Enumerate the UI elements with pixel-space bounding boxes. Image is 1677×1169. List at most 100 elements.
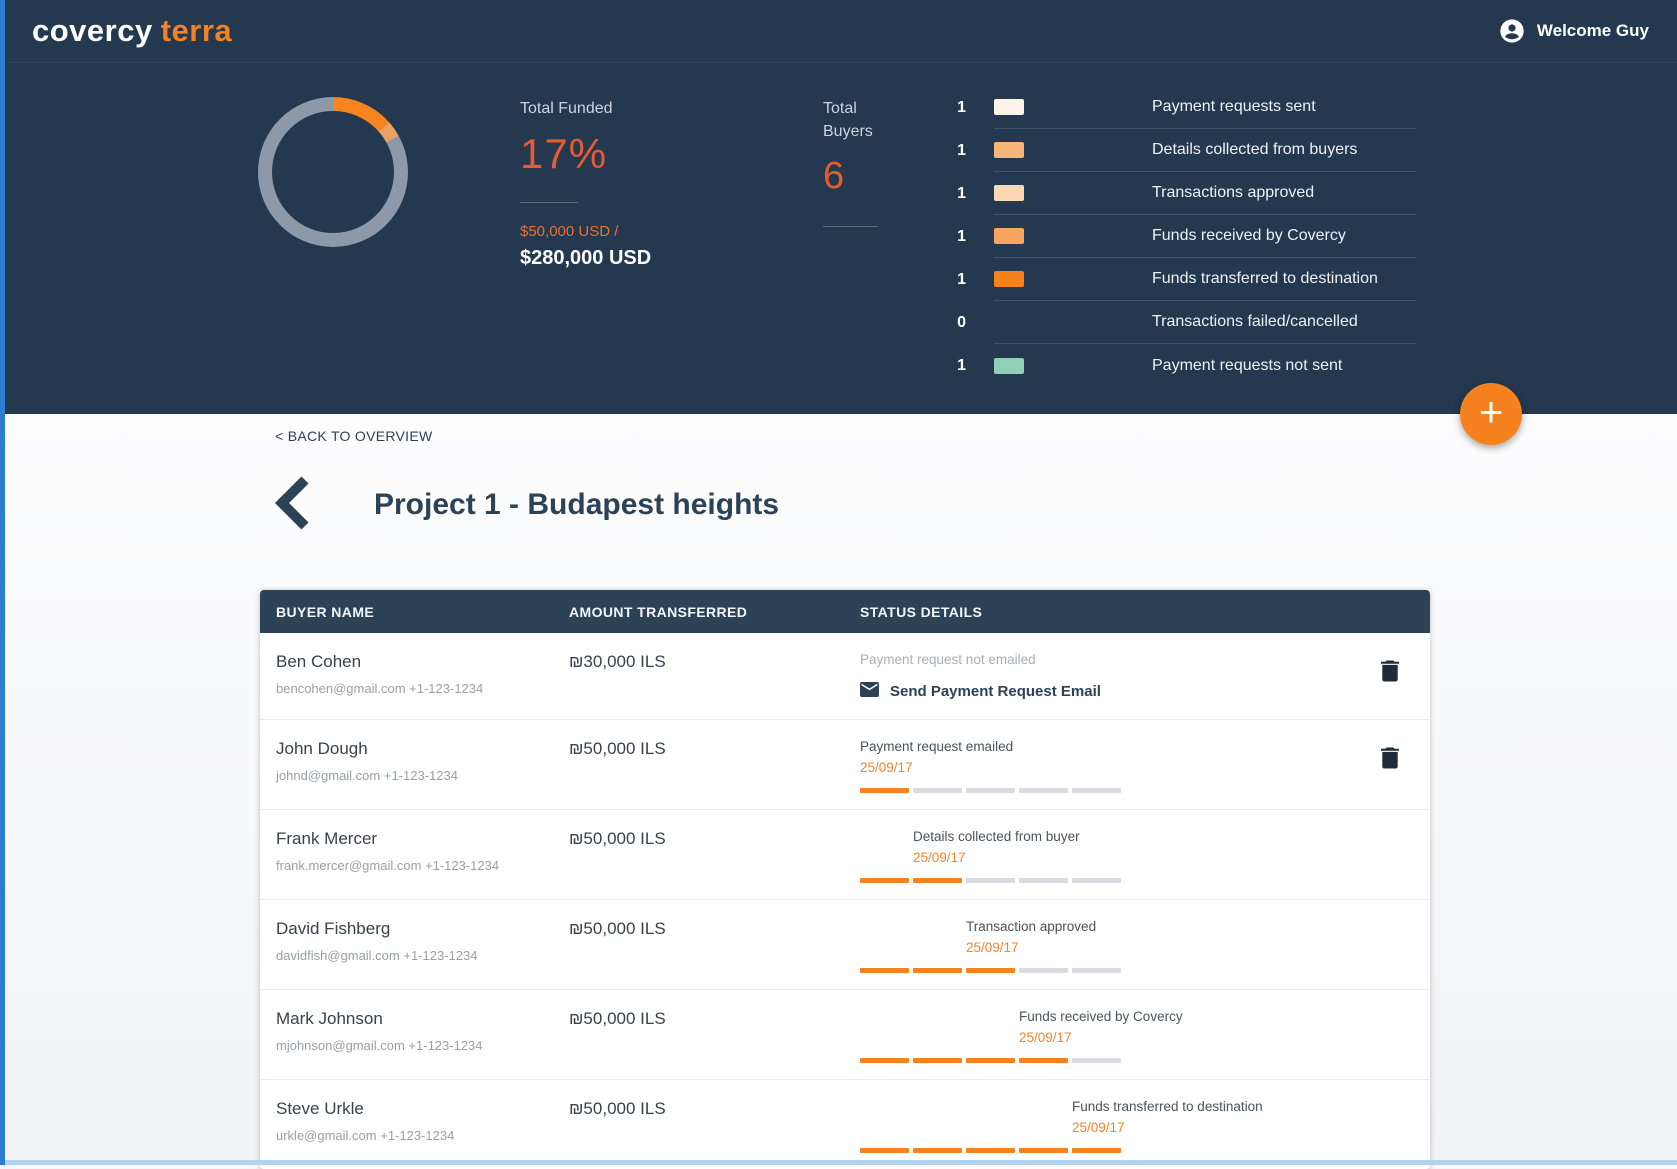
buyer-contact: johnd@gmail.com +1-123-1234	[276, 768, 458, 784]
legend-label: Transactions failed/cancelled	[1152, 313, 1358, 330]
buyer-name: David Fishberg	[276, 919, 391, 939]
amount-cell: ₪50,000 ILS	[569, 919, 666, 939]
amount-cell: ₪50,000 ILS	[569, 829, 666, 849]
status-progress-bar	[860, 878, 1350, 884]
legend-count: 1	[957, 141, 966, 159]
back-button[interactable]	[272, 474, 314, 537]
progress-segment	[1019, 1148, 1068, 1154]
welcome-text: Welcome Guy	[1536, 21, 1649, 40]
legend-row: 1 Payment requests sent	[921, 86, 1416, 129]
buyer-name: Mark Johnson	[276, 1009, 383, 1029]
page-title: Project 1 - Budapest heights	[374, 488, 780, 522]
email-icon	[860, 682, 879, 701]
status-progress-bar	[860, 1148, 1350, 1154]
legend-count: 1	[957, 356, 966, 374]
progress-segment	[966, 968, 1015, 974]
divider	[823, 226, 878, 228]
legend-count: 1	[957, 184, 966, 202]
progress-segment	[966, 788, 1015, 794]
user-menu[interactable]: Welcome Guy	[1498, 17, 1649, 45]
legend-label: Funds transferred to destination	[1152, 270, 1378, 287]
legend-label: Funds received by Covercy	[1152, 227, 1346, 244]
progress-segment	[1019, 788, 1068, 794]
progress-segment	[1072, 968, 1121, 974]
legend-label: Payment requests sent	[1152, 98, 1316, 115]
progress-segment	[913, 878, 962, 884]
legend-row: 1 Payment requests not sent	[921, 344, 1416, 387]
status-text: Payment request emailed	[860, 739, 1014, 755]
status-date: 25/09/17	[860, 760, 913, 776]
legend-swatch	[994, 357, 1024, 374]
legend-swatch	[994, 142, 1024, 158]
buyer-cell: David Fishberg davidfish@gmail.com +1-12…	[260, 919, 569, 973]
divider	[520, 202, 578, 204]
table-row: Mark Johnson mjohnson@gmail.com +1-123-1…	[260, 990, 1430, 1081]
amount-cell: ₪50,000 ILS	[569, 1009, 666, 1029]
legend-row: 1 Funds received by Covercy	[921, 215, 1416, 258]
amount-cell: ₪50,000 ILS	[569, 739, 666, 759]
legend-row: 1 Transactions approved	[921, 172, 1416, 215]
legend-count: 0	[957, 313, 966, 331]
status-text: Payment request not emailed	[860, 652, 1036, 668]
funded-donut-chart	[258, 97, 408, 247]
table-row: Frank Mercer frank.mercer@gmail.com +1-1…	[260, 810, 1430, 901]
status-legend: 1 Payment requests sent 1 Details collec…	[921, 86, 1416, 414]
delete-buyer-button[interactable]	[1379, 745, 1401, 774]
progress-segment	[1072, 1058, 1121, 1064]
amount-cell: ₪50,000 ILS	[569, 1099, 666, 1119]
total-funded-block: Total Funded 17% $50,000 USD / $280,000 …	[520, 97, 705, 414]
legend-row: 1 Funds transferred to destination	[921, 258, 1416, 301]
buyer-cell: John Dough johnd@gmail.com +1-123-1234	[260, 739, 569, 793]
legend-label: Details collected from buyers	[1152, 141, 1358, 158]
chevron-left-icon: <	[275, 428, 284, 444]
progress-segment	[860, 1148, 909, 1154]
buyer-name: Steve Urkle	[276, 1099, 364, 1119]
buyer-cell: Mark Johnson mjohnson@gmail.com +1-123-1…	[260, 1009, 569, 1063]
progress-segment	[1072, 788, 1121, 794]
progress-segment	[1072, 1148, 1121, 1154]
table-body: Ben Cohen bencohen@gmail.com +1-123-1234…	[260, 633, 1430, 1169]
buyers-table: BUYER NAME AMOUNT TRANSFERRED STATUS DET…	[260, 590, 1430, 1169]
table-header: BUYER NAME AMOUNT TRANSFERRED STATUS DET…	[260, 590, 1430, 634]
progress-segment	[966, 1148, 1015, 1154]
brand-primary: covercy	[32, 13, 153, 48]
top-nav-bar: covercy terra Welcome Guy	[5, 0, 1677, 62]
progress-segment	[1019, 968, 1068, 974]
total-buyers-block: Total Buyers 6	[823, 97, 911, 414]
status-cell: Details collected from buyer 25/09/17	[860, 829, 1350, 884]
legend-swatch	[994, 228, 1024, 244]
buyer-contact: davidfish@gmail.com +1-123-1234	[276, 948, 478, 964]
table-row: Ben Cohen bencohen@gmail.com +1-123-1234…	[260, 633, 1430, 721]
status-text: Details collected from buyer	[913, 829, 1080, 845]
status-progress-bar	[860, 968, 1350, 974]
legend-count: 1	[957, 227, 966, 245]
progress-segment	[913, 788, 962, 794]
status-text: Funds received by Covercy	[1019, 1009, 1183, 1025]
buyer-name: John Dough	[276, 739, 368, 759]
buyer-name: Frank Mercer	[276, 829, 378, 849]
funded-amount: $50,000 USD /	[520, 223, 619, 241]
status-cell: Funds received by Covercy 25/09/17	[860, 1009, 1350, 1064]
project-detail-section: + < BACK TO OVERVIEW Project 1 - Budapes…	[5, 383, 1677, 1169]
status-date: 25/09/17	[1019, 1030, 1072, 1046]
column-header-status-details: STATUS DETAILS	[860, 603, 983, 620]
status-date: 25/09/17	[1072, 1120, 1125, 1136]
brand-logo[interactable]: covercy terra	[32, 13, 232, 49]
status-progress-bar	[860, 1058, 1350, 1064]
add-buyer-button[interactable]: +	[1460, 383, 1522, 445]
status-text: Funds transferred to destination	[1072, 1099, 1263, 1115]
total-buyers-count: 6	[823, 155, 845, 198]
status-cell: Payment request emailed 25/09/17	[860, 739, 1350, 794]
progress-segment	[1072, 878, 1121, 884]
status-text: Transaction approved	[966, 919, 1097, 935]
progress-segment	[913, 1148, 962, 1154]
send-payment-request-email-button[interactable]: Send Payment Request Email	[860, 682, 1101, 701]
delete-buyer-button[interactable]	[1379, 658, 1401, 687]
table-row: John Dough johnd@gmail.com +1-123-1234 ₪…	[260, 720, 1430, 811]
legend-swatch	[994, 99, 1024, 115]
progress-segment	[966, 1058, 1015, 1064]
progress-segment	[1019, 1058, 1068, 1064]
progress-segment	[913, 968, 962, 974]
back-to-overview-link[interactable]: < BACK TO OVERVIEW	[275, 414, 433, 444]
status-progress-bar	[860, 788, 1350, 794]
